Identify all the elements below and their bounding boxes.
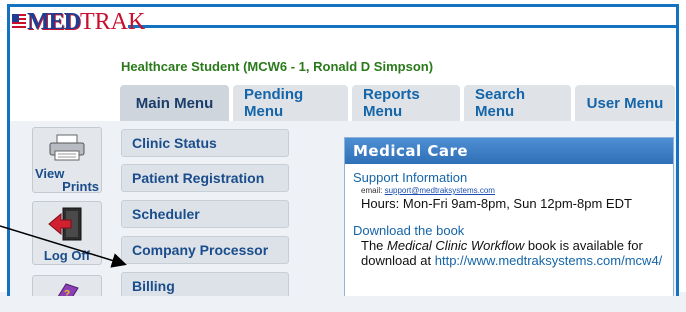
- medtrak-logo: MED TRAK: [10, 7, 145, 37]
- logo-trak: TRAK: [80, 8, 146, 35]
- company-processor-button[interactable]: Company Processor: [121, 236, 289, 264]
- printer-icon: [47, 134, 87, 167]
- menu-tabs: Main Menu Pending Menu Reports Menu Sear…: [120, 85, 675, 121]
- book-icon: ?: [52, 280, 82, 296]
- header: MED TRAK: [10, 7, 676, 37]
- book-description: The Medical Clinic Workflow book is avai…: [361, 238, 665, 268]
- book-title: Download the book: [353, 223, 465, 238]
- book-button[interactable]: ?: [32, 275, 102, 296]
- clinic-status-button[interactable]: Clinic Status: [121, 129, 289, 157]
- view-prints-button[interactable]: View Prints: [32, 127, 102, 193]
- tab-user-menu[interactable]: User Menu: [575, 85, 675, 121]
- tab-search-menu[interactable]: Search Menu: [464, 85, 571, 121]
- book-text-post: book is available for: [524, 238, 643, 253]
- header-rule: [128, 25, 676, 28]
- flag-icon: [12, 14, 26, 30]
- email-label: email:: [361, 186, 383, 195]
- tab-main-menu[interactable]: Main Menu: [120, 85, 229, 121]
- book-url-link[interactable]: http://www.medtraksystems.com/mcw4/: [435, 253, 663, 268]
- scheduler-button[interactable]: Scheduler: [121, 200, 289, 228]
- svg-text:?: ?: [64, 289, 70, 296]
- support-email-link[interactable]: support@medtraksystems.com: [385, 186, 495, 195]
- log-off-label: Log Off: [43, 248, 91, 263]
- book-name: Medical Clinic Workflow: [387, 238, 525, 253]
- book-text-pre: The: [361, 238, 388, 253]
- medical-care-panel: Medical Care Support Information email: …: [344, 137, 674, 296]
- billing-button[interactable]: Billing: [121, 272, 289, 296]
- logo-med: MED: [27, 8, 81, 35]
- panel-title: Medical Care: [345, 138, 673, 164]
- tab-pending-menu[interactable]: Pending Menu: [233, 85, 348, 121]
- email-line: email: support@medtraksystems.com: [361, 186, 665, 195]
- app-window: MED TRAK Healthcare Student (MCW6 - 1, R…: [7, 4, 679, 296]
- patient-registration-button[interactable]: Patient Registration: [121, 164, 289, 192]
- book-download-text: download at: [361, 253, 435, 268]
- exit-door-icon: [47, 206, 87, 247]
- tab-reports-menu[interactable]: Reports Menu: [352, 85, 460, 121]
- log-off-button[interactable]: Log Off: [32, 201, 102, 265]
- support-title: Support Information: [353, 170, 468, 185]
- student-info: Healthcare Student (MCW6 - 1, Ronald D S…: [121, 59, 434, 74]
- prints-label: Prints: [62, 179, 99, 194]
- view-label: View: [35, 166, 65, 181]
- hours-text: Hours: Mon-Fri 9am-8pm, Sun 12pm-8pm EDT: [361, 196, 632, 211]
